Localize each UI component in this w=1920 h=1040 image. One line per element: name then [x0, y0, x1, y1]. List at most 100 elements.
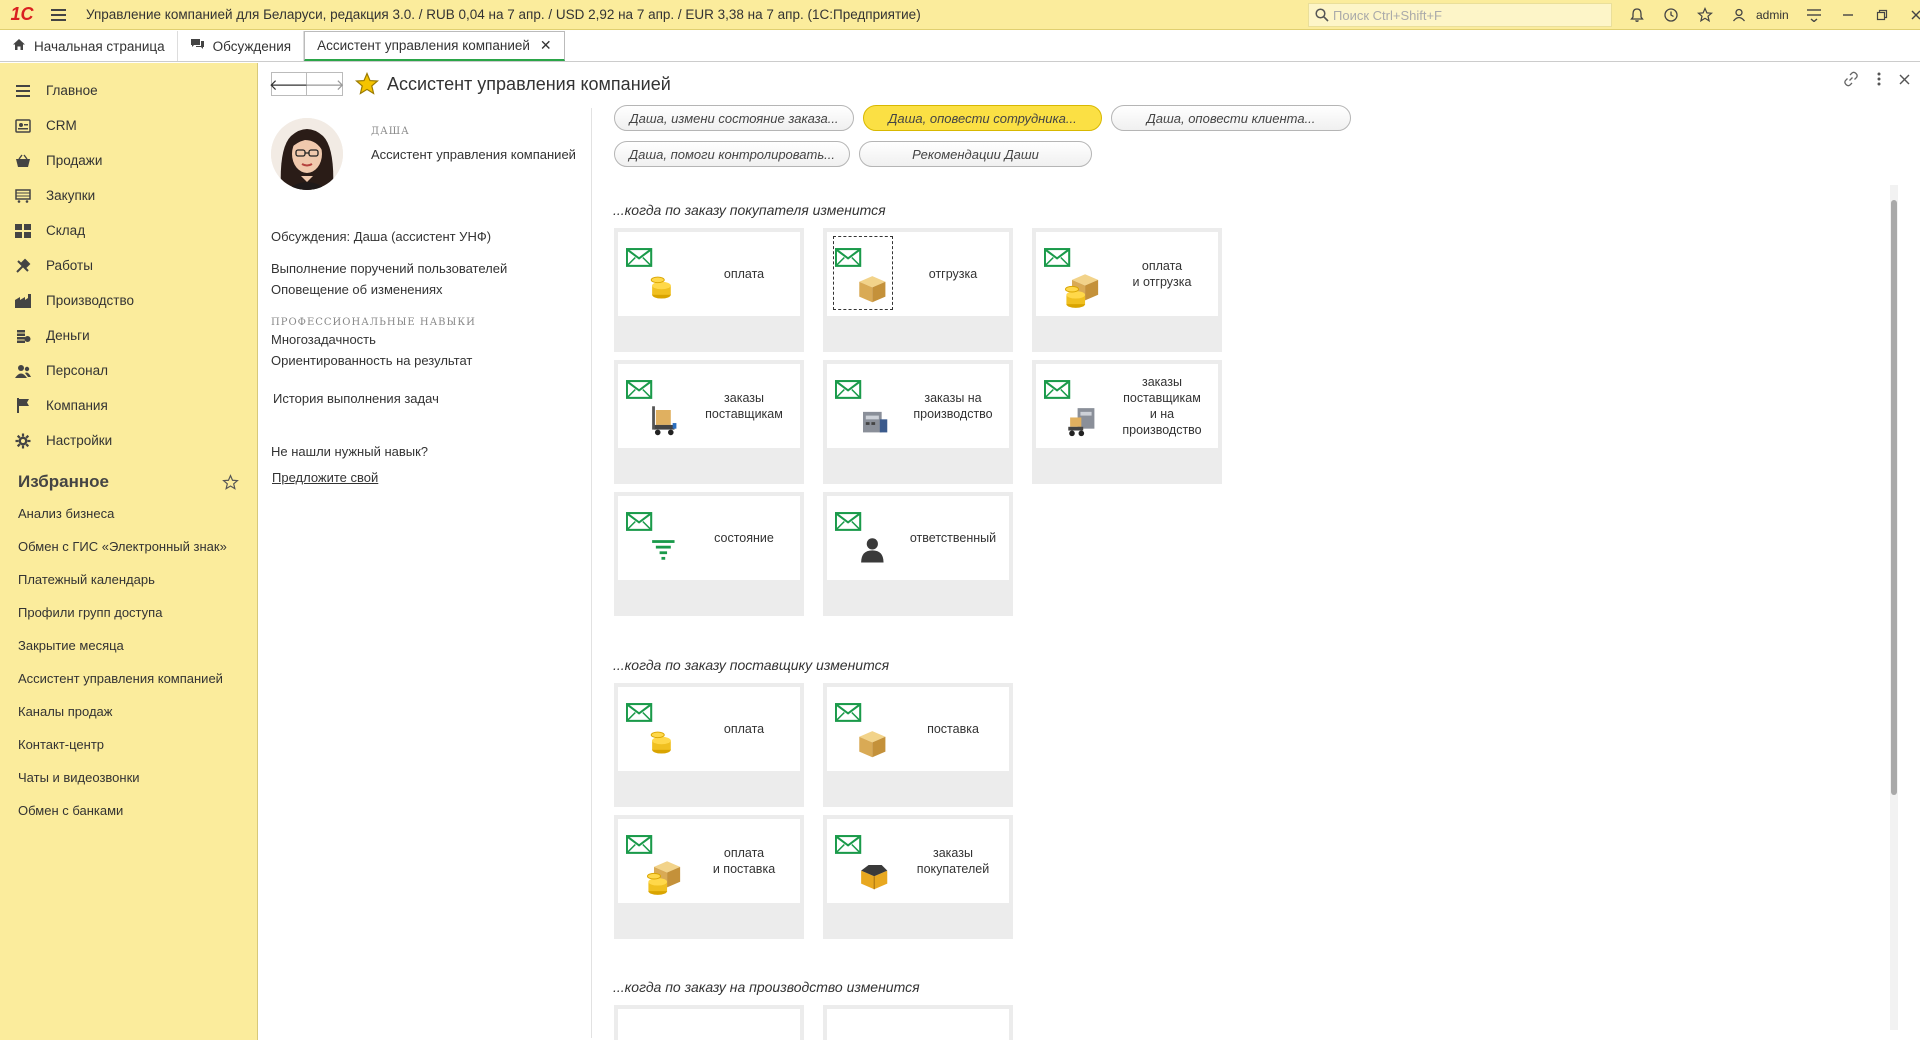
- help-control-button[interactable]: Даша, помоги контролировать...: [614, 141, 850, 167]
- tile-label: заказы на производство: [913, 391, 993, 421]
- box-icon: [835, 248, 886, 303]
- tile-supplier-payment-delivery[interactable]: оплата и поставка: [614, 815, 804, 939]
- tab-bar: Начальная страница Обсуждения Ассистент …: [0, 31, 1920, 62]
- basket-icon: [14, 152, 32, 170]
- close-form-icon[interactable]: [1899, 74, 1910, 85]
- tile-customer-payment-shipment[interactable]: оплата и отгрузка: [1032, 228, 1222, 352]
- tile-label: ответственный: [909, 531, 997, 545]
- machine-icon: [835, 380, 888, 433]
- chat-icon: [190, 38, 205, 54]
- tile-customer-orders[interactable]: заказы покупателей: [823, 815, 1013, 939]
- sidebar-item-production[interactable]: Производство: [0, 283, 257, 318]
- user-name[interactable]: admin: [1756, 8, 1789, 22]
- sidebar-item-settings[interactable]: Настройки: [0, 423, 257, 458]
- favorite-item[interactable]: Чаты и видеозвонки: [0, 761, 257, 794]
- tile-state[interactable]: состояние: [614, 492, 804, 616]
- tab-discussions[interactable]: Обсуждения: [178, 31, 305, 61]
- skill-item: Многозадачность: [271, 332, 376, 347]
- tile-responsible[interactable]: ответственный: [823, 492, 1013, 616]
- bell-icon[interactable]: [1620, 0, 1654, 30]
- section-title: ...когда по заказу на производство измен…: [613, 979, 920, 995]
- sidebar-item-main[interactable]: Главное: [0, 73, 257, 108]
- link-icon[interactable]: [1843, 71, 1859, 87]
- close-window-icon[interactable]: [1899, 0, 1920, 30]
- notify-employee-button[interactable]: Даша, оповести сотрудника...: [863, 105, 1102, 131]
- favorite-item[interactable]: Анализ бизнеса: [0, 497, 257, 530]
- title-bar: 1С Управление компанией для Беларуси, ре…: [0, 0, 1920, 30]
- tile-customer-shipment[interactable]: отгрузка: [823, 228, 1013, 352]
- tile-label: оплата и поставка: [712, 846, 776, 876]
- tile-supplier-orders[interactable]: заказы поставщикам: [614, 360, 804, 484]
- search-input[interactable]: Поиск Ctrl+Shift+F: [1308, 3, 1612, 27]
- search-icon: [1315, 8, 1329, 22]
- app-title: Управление компанией для Беларуси, редак…: [86, 7, 921, 22]
- tile-supplier-delivery[interactable]: поставка: [823, 683, 1013, 807]
- tile-label: заказы поставщикам: [705, 391, 783, 421]
- sidebar-item-crm[interactable]: CRM: [0, 108, 257, 143]
- not-found-text: Не нашли нужный навык?: [271, 444, 429, 459]
- filter-icon: [626, 512, 675, 560]
- user-icon[interactable]: [1722, 0, 1756, 30]
- tile-label: заказы покупателей: [916, 846, 990, 876]
- skills-header: ПРОФЕССИОНАЛЬНЫЕ НАВЫКИ: [271, 317, 476, 328]
- notify-client-button[interactable]: Даша, оповести клиента...: [1111, 105, 1351, 131]
- tile-label: оплата: [723, 267, 765, 281]
- favorite-item[interactable]: Контакт-центр: [0, 728, 257, 761]
- history-icon[interactable]: [1654, 0, 1688, 30]
- favorites-title: Избранное: [18, 472, 109, 491]
- tab-label: Начальная страница: [34, 38, 165, 54]
- discussions-link[interactable]: Обсуждения: Даша (ассистент УНФ): [271, 229, 491, 244]
- forward-button[interactable]: 🡒: [304, 72, 345, 96]
- avatar: [271, 118, 343, 190]
- warehouse-icon: [14, 222, 32, 240]
- favorite-item[interactable]: Обмен с банками: [0, 794, 257, 827]
- tab-home[interactable]: Начальная страница: [0, 31, 178, 61]
- tile-customer-payment[interactable]: оплата: [614, 228, 804, 352]
- history-link[interactable]: История выполнения задач: [273, 391, 439, 406]
- pallet-truck-icon: [626, 380, 677, 436]
- favorite-item[interactable]: Платежный календарь: [0, 563, 257, 596]
- tile-production-orders[interactable]: заказы на производство: [823, 360, 1013, 484]
- favorite-item[interactable]: Закрытие месяца: [0, 629, 257, 662]
- minimize-icon[interactable]: [1831, 0, 1865, 30]
- sidebar-item-label: Продажи: [46, 153, 103, 168]
- settings-menu-icon[interactable]: [1797, 0, 1831, 30]
- open-box-icon: [835, 835, 888, 890]
- sidebar-item-warehouse[interactable]: Склад: [0, 213, 257, 248]
- tab-assistant[interactable]: Ассистент управления компанией ✕: [304, 31, 565, 61]
- favorite-item[interactable]: Профили групп доступа: [0, 596, 257, 629]
- tile-supplier-production-orders[interactable]: заказы поставщикам и на производство: [1032, 360, 1222, 484]
- app-logo: 1С: [10, 4, 34, 24]
- back-button[interactable]: 🡐: [269, 72, 309, 96]
- sidebar-item-money[interactable]: Деньги: [0, 318, 257, 353]
- favorite-star-icon[interactable]: [355, 72, 379, 96]
- tile-partial[interactable]: [823, 1005, 1013, 1040]
- sidebar-item-label: Производство: [46, 293, 135, 308]
- favorite-item[interactable]: Обмен с ГИС «Электронный знак»: [0, 530, 257, 563]
- favorite-item[interactable]: Каналы продаж: [0, 695, 257, 728]
- star-icon[interactable]: [1688, 0, 1722, 30]
- sidebar-item-works[interactable]: Работы: [0, 248, 257, 283]
- change-order-state-button[interactable]: Даша, измени состояние заказа...: [614, 105, 854, 131]
- sidebar-item-company[interactable]: Компания: [0, 388, 257, 423]
- favorite-item[interactable]: Ассистент управления компанией: [0, 662, 257, 695]
- sidebar-item-purchases[interactable]: Закупки: [0, 178, 257, 213]
- sidebar-item-sales[interactable]: Продажи: [0, 143, 257, 178]
- tile-label: состояние: [714, 531, 774, 545]
- duty-item: Оповещение об изменениях: [271, 282, 443, 297]
- tile-partial[interactable]: [614, 1005, 804, 1040]
- scrollbar-thumb[interactable]: [1891, 200, 1897, 795]
- tile-supplier-payment[interactable]: оплата: [614, 683, 804, 807]
- person-icon: [835, 512, 884, 563]
- star-outline-icon[interactable]: [222, 473, 239, 491]
- suggest-link[interactable]: Предложите свой: [272, 470, 378, 485]
- sidebar: Главное CRM Продажи Закупки Склад Работы…: [0, 63, 258, 1040]
- close-tab-icon[interactable]: ✕: [540, 37, 552, 54]
- page-title: Ассистент управления компанией: [387, 73, 671, 94]
- more-icon[interactable]: [1877, 72, 1881, 86]
- column-divider: [591, 108, 592, 1038]
- sidebar-item-personnel[interactable]: Персонал: [0, 353, 257, 388]
- restore-icon[interactable]: [1865, 0, 1899, 30]
- recommendations-button[interactable]: Рекомендации Даши: [859, 141, 1092, 167]
- main-menu-button[interactable]: [44, 0, 72, 30]
